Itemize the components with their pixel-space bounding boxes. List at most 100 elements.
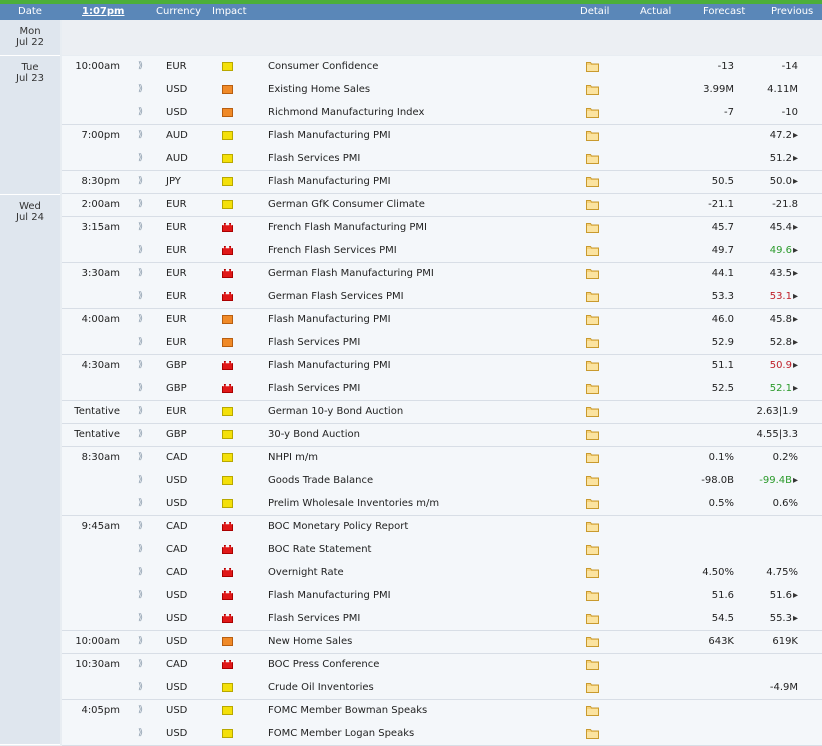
event-title[interactable]: Flash Services PMI: [268, 153, 360, 164]
folder-icon[interactable]: [586, 222, 599, 233]
table-row[interactable]: 8:30am ⟫ CAD NHPI m/m 0.1% 0.2%: [62, 447, 822, 470]
sound-icon[interactable]: ⟫: [138, 245, 143, 255]
impact-red-icon[interactable]: [222, 384, 233, 393]
sound-icon[interactable]: ⟫: [138, 199, 143, 209]
table-row[interactable]: ⟫ EUR German Flash Services PMI 53.3 53.1▸: [62, 286, 822, 309]
impact-yellow-icon[interactable]: [222, 453, 233, 462]
folder-icon[interactable]: [586, 291, 599, 302]
folder-icon[interactable]: [586, 130, 599, 141]
event-title[interactable]: BOC Rate Statement: [268, 544, 371, 555]
table-row[interactable]: 9:45am ⟫ CAD BOC Monetary Policy Report: [62, 516, 822, 539]
sound-icon[interactable]: ⟫: [138, 728, 143, 738]
impact-red-icon[interactable]: [222, 223, 233, 232]
folder-icon[interactable]: [586, 636, 599, 647]
table-row[interactable]: ⟫ GBP Flash Services PMI 52.5 52.1▸: [62, 378, 822, 401]
folder-icon[interactable]: [586, 314, 599, 325]
folder-icon[interactable]: [586, 199, 599, 210]
impact-yellow-icon[interactable]: [222, 729, 233, 738]
impact-red-icon[interactable]: [222, 246, 233, 255]
event-title[interactable]: German Flash Manufacturing PMI: [268, 268, 434, 279]
event-title[interactable]: Prelim Wholesale Inventories m/m: [268, 498, 439, 509]
sound-icon[interactable]: ⟫: [138, 406, 143, 416]
table-row[interactable]: 4:00am ⟫ EUR Flash Manufacturing PMI 46.0 45.…: [62, 309, 822, 332]
folder-icon[interactable]: [586, 429, 599, 440]
event-title[interactable]: FOMC Member Bowman Speaks: [268, 705, 427, 716]
folder-icon[interactable]: [586, 61, 599, 72]
table-row[interactable]: Tentative ⟫ GBP 30-y Bond Auction 4.55|3.3: [62, 424, 822, 447]
table-row[interactable]: ⟫ USD Prelim Wholesale Inventories m/m 0.5%…: [62, 493, 822, 516]
table-row[interactable]: 3:15am ⟫ EUR French Flash Manufacturing PMI…: [62, 217, 822, 240]
sound-icon[interactable]: ⟫: [138, 337, 143, 347]
event-title[interactable]: BOC Press Conference: [268, 659, 379, 670]
table-row[interactable]: ⟫ CAD Overnight Rate 4.50% 4.75%: [62, 562, 822, 585]
sound-icon[interactable]: ⟫: [138, 475, 143, 485]
event-title[interactable]: German GfK Consumer Climate: [268, 199, 425, 210]
impact-yellow-icon[interactable]: [222, 499, 233, 508]
impact-orange-icon[interactable]: [222, 338, 233, 347]
event-title[interactable]: BOC Monetary Policy Report: [268, 521, 408, 532]
table-row[interactable]: Tentative ⟫ EUR German 10-y Bond Auction 2.6…: [62, 401, 822, 424]
folder-icon[interactable]: [586, 452, 599, 463]
impact-red-icon[interactable]: [222, 591, 233, 600]
folder-icon[interactable]: [586, 567, 599, 578]
impact-red-icon[interactable]: [222, 522, 233, 531]
impact-red-icon[interactable]: [222, 361, 233, 370]
event-title[interactable]: Flash Manufacturing PMI: [268, 314, 391, 325]
table-row[interactable]: ⟫ EUR Flash Services PMI 52.9 52.8▸: [62, 332, 822, 355]
folder-icon[interactable]: [586, 153, 599, 164]
folder-icon[interactable]: [586, 84, 599, 95]
sound-icon[interactable]: ⟫: [138, 613, 143, 623]
event-title[interactable]: Richmond Manufacturing Index: [268, 107, 424, 118]
folder-icon[interactable]: [586, 176, 599, 187]
impact-yellow-icon[interactable]: [222, 476, 233, 485]
sound-icon[interactable]: ⟫: [138, 544, 143, 554]
sound-icon[interactable]: ⟫: [138, 705, 143, 715]
event-title[interactable]: French Flash Manufacturing PMI: [268, 222, 427, 233]
table-row[interactable]: ⟫ USD Flash Manufacturing PMI 51.6 51.6▸: [62, 585, 822, 608]
table-row[interactable]: 4:30am ⟫ GBP Flash Manufacturing PMI 51.1 50.…: [62, 355, 822, 378]
impact-red-icon[interactable]: [222, 269, 233, 278]
folder-icon[interactable]: [586, 498, 599, 509]
event-title[interactable]: Flash Manufacturing PMI: [268, 360, 391, 371]
table-row[interactable]: 2:00am ⟫ EUR German GfK Consumer Climate -21…: [62, 194, 822, 217]
event-title[interactable]: Goods Trade Balance: [268, 475, 373, 486]
sound-icon[interactable]: ⟫: [138, 176, 143, 186]
impact-orange-icon[interactable]: [222, 315, 233, 324]
folder-icon[interactable]: [586, 245, 599, 256]
folder-icon[interactable]: [586, 107, 599, 118]
table-row[interactable]: ⟫ USD FOMC Member Logan Speaks: [62, 723, 822, 746]
sound-icon[interactable]: ⟫: [138, 659, 143, 669]
sound-icon[interactable]: ⟫: [138, 291, 143, 301]
folder-icon[interactable]: [586, 383, 599, 394]
header-current-time-link[interactable]: 1:07pm: [82, 6, 124, 17]
table-row[interactable]: 4:05pm ⟫ USD FOMC Member Bowman Speaks: [62, 700, 822, 723]
event-title[interactable]: German Flash Services PMI: [268, 291, 404, 302]
impact-red-icon[interactable]: [222, 292, 233, 301]
folder-icon[interactable]: [586, 659, 599, 670]
impact-orange-icon[interactable]: [222, 637, 233, 646]
sound-icon[interactable]: ⟫: [138, 268, 143, 278]
folder-icon[interactable]: [586, 360, 599, 371]
event-title[interactable]: Flash Services PMI: [268, 383, 360, 394]
event-title[interactable]: Flash Manufacturing PMI: [268, 590, 391, 601]
table-row[interactable]: ⟫ USD Richmond Manufacturing Index -7 -10: [62, 102, 822, 125]
sound-icon[interactable]: ⟫: [138, 130, 143, 140]
sound-icon[interactable]: ⟫: [138, 153, 143, 163]
impact-red-icon[interactable]: [222, 545, 233, 554]
event-title[interactable]: New Home Sales: [268, 636, 352, 647]
table-row[interactable]: 10:00am ⟫ EUR Consumer Confidence -13 -14: [62, 56, 822, 79]
sound-icon[interactable]: ⟫: [138, 314, 143, 324]
impact-yellow-icon[interactable]: [222, 131, 233, 140]
table-row[interactable]: 10:00am ⟫ USD New Home Sales 643K 619K: [62, 631, 822, 654]
impact-yellow-icon[interactable]: [222, 177, 233, 186]
table-row[interactable]: ⟫ CAD BOC Rate Statement: [62, 539, 822, 562]
event-title[interactable]: 30-y Bond Auction: [268, 429, 360, 440]
impact-yellow-icon[interactable]: [222, 154, 233, 163]
table-row[interactable]: 8:30pm ⟫ JPY Flash Manufacturing PMI 50.5 50.…: [62, 171, 822, 194]
sound-icon[interactable]: ⟫: [138, 567, 143, 577]
folder-icon[interactable]: [586, 705, 599, 716]
folder-icon[interactable]: [586, 544, 599, 555]
event-title[interactable]: French Flash Services PMI: [268, 245, 397, 256]
folder-icon[interactable]: [586, 337, 599, 348]
table-row[interactable]: ⟫ USD Existing Home Sales 3.99M 4.11M: [62, 79, 822, 102]
